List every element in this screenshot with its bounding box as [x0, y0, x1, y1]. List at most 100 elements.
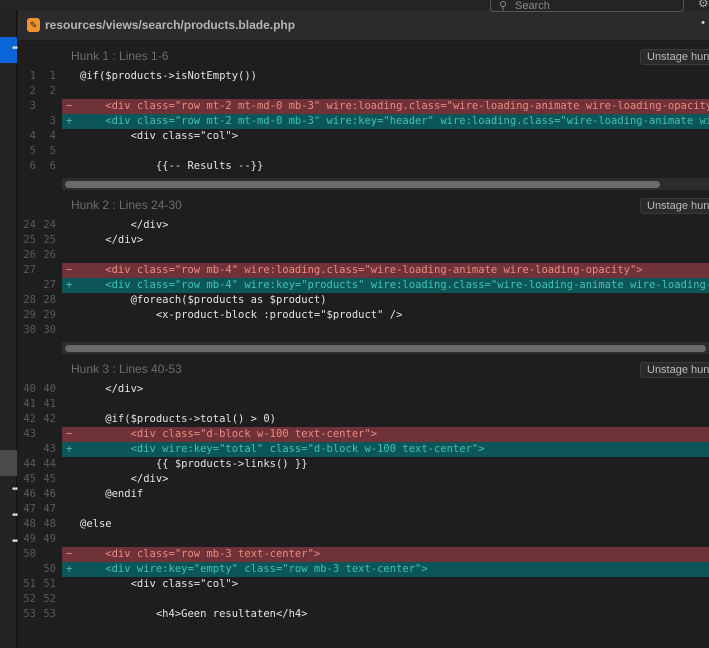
context-line: 24 24 </div>	[18, 218, 709, 233]
context-line: 44 44 {{ $products->links() }}	[18, 457, 709, 472]
top-toolbar: ⚲ Search ⚙	[0, 0, 709, 12]
code-text: − <div class="d-block w-100 text-center"…	[62, 427, 709, 442]
context-line: 29 29 <x-product-block :product="$product…	[18, 308, 709, 323]
removed-line: 27 − <div class="row mb-4" wire:loading.c…	[18, 263, 709, 278]
horizontal-scrollbar[interactable]	[62, 178, 709, 190]
new-line-number: 49	[43, 533, 56, 545]
new-line-number: 3	[49, 115, 56, 127]
sidebar-item-selected[interactable]	[0, 450, 17, 476]
removed-line: 50 − <div class="row mb-3 text-center">	[18, 547, 709, 562]
new-line-number: 5	[49, 145, 56, 157]
context-line: 1 1 @if($products->isNotEmpty())	[18, 69, 709, 84]
code-content: <div class="row mb-4" wire:key="products…	[80, 279, 709, 291]
old-line-number: 5	[29, 145, 36, 157]
context-line: 45 45 </div>	[18, 472, 709, 487]
code-content: <div class="row mb-3 text-center">	[80, 548, 321, 560]
context-line: 55	[18, 144, 709, 159]
code-content: {{-- Results --}}	[80, 160, 264, 172]
diff-sign: +	[66, 279, 73, 291]
old-line-number: 28	[23, 294, 36, 306]
code-text: {{-- Results --}}	[62, 159, 709, 174]
diff-view: Hunk 1 : Lines 1-6 Unstage hunk 1 1 @if($pro…	[18, 41, 709, 648]
code-text: @if($products->isNotEmpty())	[62, 69, 709, 84]
old-line-number: 50	[23, 548, 36, 560]
code-text: − <div class="row mb-4" wire:loading.cla…	[62, 263, 709, 278]
old-line-number: 2	[29, 85, 36, 97]
search-input[interactable]: ⚲ Search	[490, 0, 684, 12]
code-text: </div>	[62, 233, 709, 248]
code-content: <div class="row mt-2 mt-md-0 mb-3" wire:…	[105, 115, 709, 127]
more-icon[interactable]: ••	[0, 510, 18, 521]
old-line-number: 24	[23, 219, 36, 231]
old-line-number: 52	[23, 593, 36, 605]
diff-sign: −	[66, 428, 73, 440]
new-line-number: 28	[43, 294, 56, 306]
context-line: 49 49	[18, 532, 709, 547]
new-line-number: 26	[43, 249, 56, 261]
new-line-number: 30	[43, 324, 56, 336]
old-line-number: 48	[23, 518, 36, 530]
more-icon[interactable]: •	[701, 17, 705, 29]
more-icon: ••	[11, 43, 18, 54]
code-content: </div>	[80, 234, 144, 246]
code-text: @foreach($products as $product)	[62, 293, 709, 308]
removed-line: 3 − <div class="row mt-2 mt-md-0 mb-3" wi…	[18, 99, 709, 114]
added-line: 27 + <div class="row mb-4" wire:key="prod…	[18, 278, 709, 293]
hunk-title: Hunk 3 : Lines 40-53	[71, 362, 182, 376]
code-content: <div class="col">	[80, 578, 239, 590]
scrollbar-thumb[interactable]	[65, 345, 706, 352]
scrollbar-thumb[interactable]	[65, 181, 661, 188]
context-line: 6 6 {{-- Results --}}	[18, 159, 709, 174]
code-content: </div>	[80, 473, 169, 485]
old-line-number: 42	[23, 413, 36, 425]
new-line-number: 29	[43, 309, 56, 321]
old-line-number: 4	[29, 130, 36, 142]
gear-icon[interactable]: ⚙	[698, 0, 709, 10]
unstage-hunk-button[interactable]: Unstage hunk	[640, 49, 709, 65]
code-content: <div wire:key="total" class="d-block w-1…	[80, 443, 485, 455]
code-content: <div class="row mb-4" wire:loading.class…	[80, 264, 643, 276]
more-icon[interactable]: ••	[0, 536, 18, 547]
pencil-file-icon: ✎	[27, 18, 40, 32]
sidebar-item-active[interactable]: ••	[0, 37, 18, 63]
search-placeholder: Search	[515, 0, 550, 12]
removed-line: 43 − <div class="d-block w-100 text-cente…	[18, 427, 709, 442]
sidebar: •• •• •• ••	[0, 10, 18, 648]
new-line-number: 44	[43, 458, 56, 470]
unstage-hunk-button[interactable]: Unstage hunk	[640, 362, 709, 378]
old-line-number: 43	[23, 428, 36, 440]
code-content: @if($products->isNotEmpty())	[80, 70, 258, 82]
context-line: 52 52	[18, 592, 709, 607]
new-line-number: 52	[43, 593, 56, 605]
horizontal-scrollbar[interactable]	[62, 342, 709, 354]
added-line: 3 + <div class="row mt-2 mt-md-0 mb-3" wi…	[18, 114, 709, 129]
new-line-number: 53	[43, 608, 56, 620]
diff-sign: −	[66, 548, 73, 560]
unstage-hunk-button[interactable]: Unstage hunk	[640, 198, 709, 214]
more-icon[interactable]: ••	[0, 484, 18, 495]
context-line: 41 41	[18, 397, 709, 412]
code-content: </div>	[80, 383, 144, 395]
old-line-number: 25	[23, 234, 36, 246]
new-line-number: 51	[43, 578, 56, 590]
old-line-number: 6	[29, 160, 36, 172]
context-line: 26 26	[18, 248, 709, 263]
code-text: + <div class="row mb-4" wire:key="produc…	[62, 278, 709, 293]
code-content: @endif	[80, 488, 144, 500]
old-line-number: 29	[23, 309, 36, 321]
code-text: + <div wire:key="empty" class="row mb-3 …	[62, 562, 709, 577]
code-content: <div class="col">	[80, 130, 239, 142]
code-text: <h4>Geen resultaten</h4>	[62, 607, 709, 622]
code-content: <div class="row mt-2 mt-md-0 mb-3" wire:…	[80, 100, 709, 112]
diff-sign: +	[66, 115, 73, 127]
hunk-title: Hunk 2 : Lines 24-30	[71, 198, 182, 212]
old-line-number: 45	[23, 473, 36, 485]
code-content: <h4>Geen resultaten</h4>	[80, 608, 308, 620]
new-line-number: 6	[49, 160, 56, 172]
old-line-number: 30	[23, 324, 36, 336]
